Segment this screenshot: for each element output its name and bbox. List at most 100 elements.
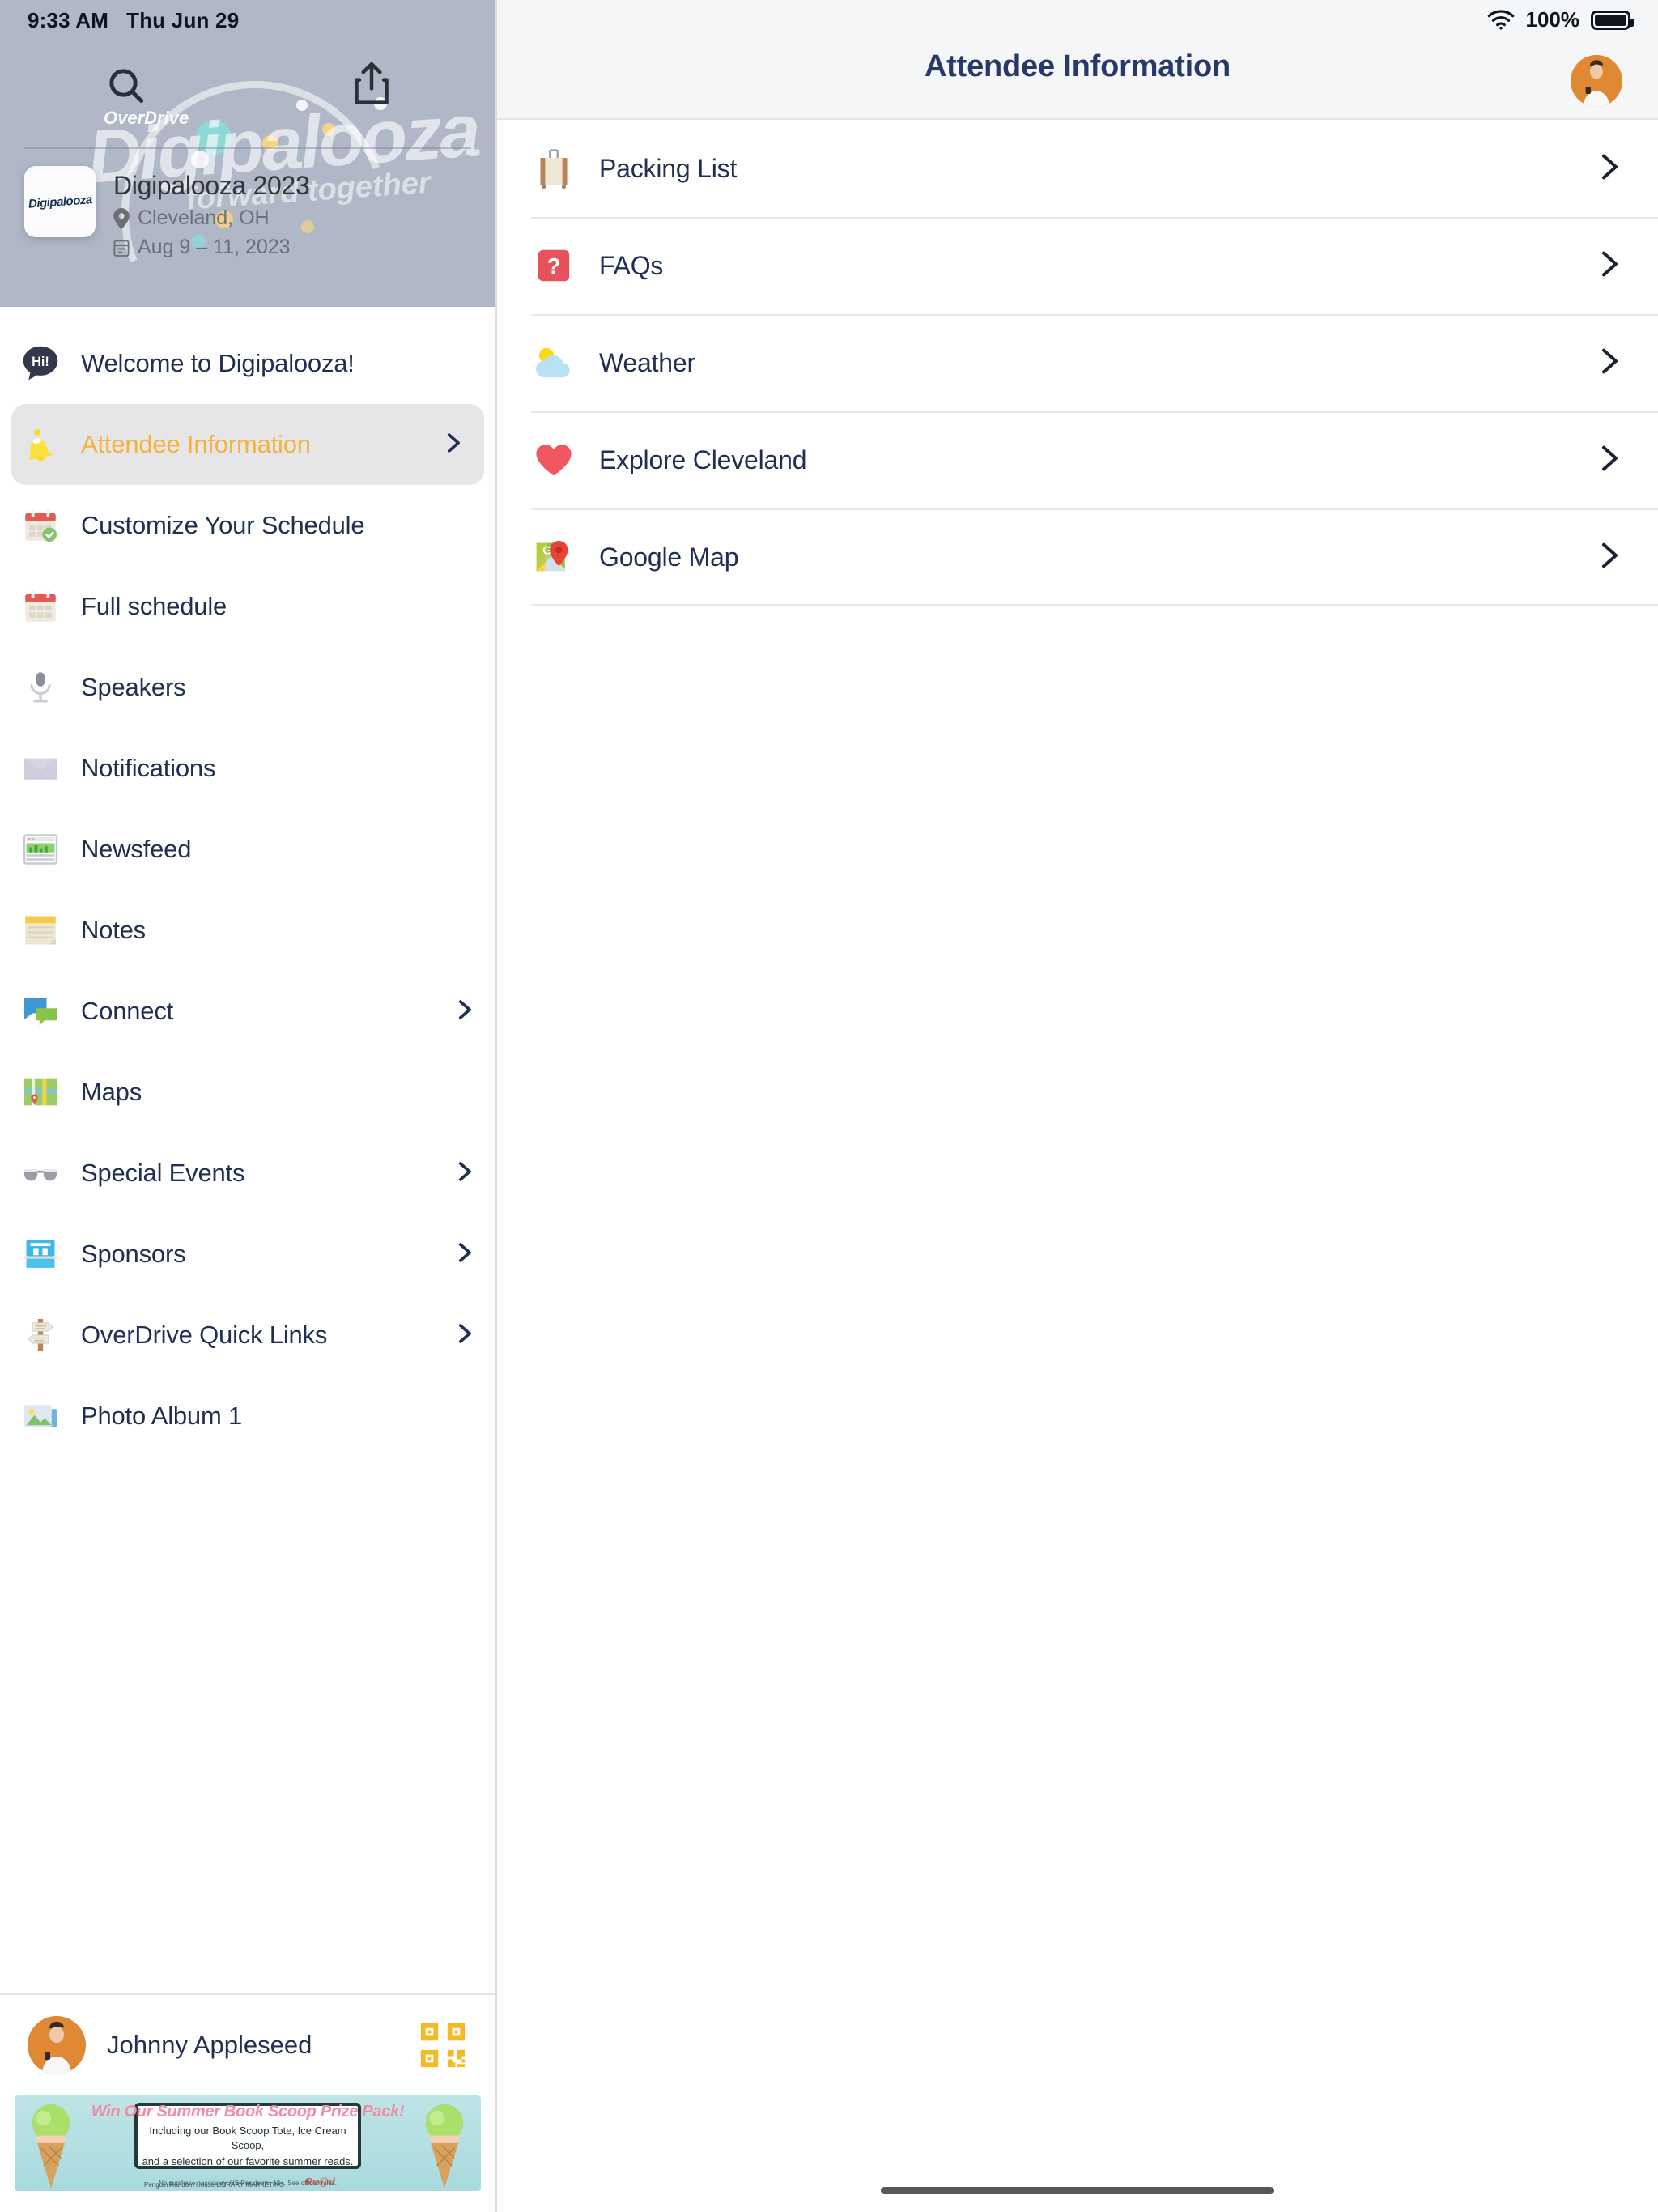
sidebar-item-label: Speakers bbox=[81, 673, 186, 701]
main-panel: Attendee Information Packing List ? FAQs… bbox=[497, 0, 1658, 2212]
list-item-label: Google Map bbox=[599, 542, 739, 572]
sidebar-item-label: Customize Your Schedule bbox=[81, 511, 365, 539]
bell-icon bbox=[18, 422, 63, 467]
svg-text:Hi!: Hi! bbox=[32, 355, 49, 369]
heart-icon bbox=[531, 437, 576, 483]
sidebar-item-label: Newsfeed bbox=[81, 835, 192, 863]
event-hero: Digipalooza forward together OverDrive D… bbox=[0, 0, 495, 307]
question-mark-icon: ? bbox=[531, 243, 576, 288]
photo-icon bbox=[18, 1393, 63, 1439]
map-pin-icon bbox=[113, 207, 130, 229]
ad-card: Win Our Summer Book Scoop Prize Pack! In… bbox=[91, 2103, 405, 2169]
ad-banner-container: Win Our Summer Book Scoop Prize Pack! In… bbox=[0, 2095, 495, 2212]
chevron-right-icon bbox=[450, 996, 478, 1027]
speech-bubble-hi-icon: Hi! bbox=[18, 341, 63, 386]
avatar[interactable] bbox=[1571, 55, 1622, 107]
sidebar-item-newsfeed[interactable]: Newsfeed bbox=[0, 809, 495, 890]
home-indicator[interactable] bbox=[881, 2187, 1274, 2194]
hero-divider bbox=[24, 147, 471, 149]
sidebar-item-speakers[interactable]: Speakers bbox=[0, 647, 495, 728]
chevron-right-icon bbox=[1592, 539, 1624, 576]
list-item-faqs[interactable]: ? FAQs bbox=[497, 217, 1658, 314]
ad-headline: Win Our Summer Book Scoop Prize Pack! bbox=[91, 2103, 405, 2121]
page-title: Attendee Information bbox=[924, 49, 1231, 83]
map-icon bbox=[18, 1070, 63, 1115]
event-location: Cleveland, OH bbox=[138, 206, 270, 229]
sidebar-item-photo-album-1[interactable]: Photo Album 1 bbox=[0, 1376, 495, 1457]
sidebar-item-label: Notes bbox=[81, 916, 146, 944]
event-title: Digipalooza 2023 bbox=[113, 171, 310, 200]
list-item-explore-cleveland[interactable]: Explore Cleveland bbox=[497, 411, 1658, 508]
attendee-info-list: Packing List ? FAQs Weather Explore Clev… bbox=[497, 120, 1658, 606]
envelope-icon bbox=[18, 746, 63, 791]
sidebar-item-notes[interactable]: Notes bbox=[0, 890, 495, 971]
list-item-weather[interactable]: Weather bbox=[497, 314, 1658, 411]
suitcase-icon bbox=[531, 146, 576, 191]
list-item-label: Packing List bbox=[599, 153, 738, 183]
chevron-right-icon bbox=[1592, 442, 1624, 479]
chevron-right-icon bbox=[450, 1320, 478, 1351]
sidebar-item-welcome[interactable]: Hi! Welcome to Digipalooza! bbox=[0, 323, 495, 404]
chevron-right-icon bbox=[1592, 345, 1624, 381]
event-summary: Digipalooza Digipalooza 2023 Cleveland, … bbox=[24, 166, 310, 259]
sidebar-nav: Hi! Welcome to Digipalooza! Attendee Inf… bbox=[0, 307, 495, 1457]
sidebar: Digipalooza forward together OverDrive D… bbox=[0, 0, 497, 2212]
sidebar-item-notifications[interactable]: Notifications bbox=[0, 728, 495, 809]
svg-text:?: ? bbox=[547, 253, 561, 279]
sidebar-item-sponsors[interactable]: Sponsors bbox=[0, 1214, 495, 1295]
qr-code-icon[interactable] bbox=[418, 2020, 468, 2070]
calendar-check-icon bbox=[18, 503, 63, 548]
microphone-icon bbox=[18, 665, 63, 710]
sidebar-item-label: Special Events bbox=[81, 1159, 245, 1187]
event-dates: Aug 9 – 11, 2023 bbox=[138, 236, 291, 258]
sidebar-item-label: Full schedule bbox=[81, 592, 227, 620]
sidebar-item-attendee-information[interactable]: Attendee Information bbox=[11, 404, 484, 485]
ice-cream-cone-icon bbox=[425, 2104, 464, 2189]
app-screen: Digipalooza forward together OverDrive D… bbox=[0, 0, 1658, 2212]
share-icon[interactable] bbox=[351, 61, 392, 110]
overdrive-wordmark: OverDrive bbox=[104, 108, 189, 128]
sidebar-item-label: Connect bbox=[81, 997, 174, 1025]
chevron-right-icon bbox=[450, 1158, 478, 1189]
sunglasses-icon bbox=[18, 1151, 63, 1196]
sidebar-item-connect[interactable]: Connect bbox=[0, 971, 495, 1052]
ad-subline-1: Including our Book Scoop Tote, Ice Cream… bbox=[149, 2125, 346, 2151]
sidebar-item-label: Sponsors bbox=[81, 1240, 186, 1268]
event-dates-row: Aug 9 – 11, 2023 bbox=[113, 236, 310, 259]
ice-cream-cone-icon bbox=[32, 2104, 70, 2189]
chevron-right-icon bbox=[1592, 248, 1624, 284]
list-item-label: FAQs bbox=[599, 250, 664, 280]
avatar bbox=[28, 2016, 86, 2074]
chat-bubbles-icon bbox=[18, 989, 63, 1034]
sidebar-item-label: Photo Album 1 bbox=[81, 1402, 243, 1430]
notepad-icon bbox=[18, 908, 63, 953]
sidebar-item-full-schedule[interactable]: Full schedule bbox=[0, 566, 495, 647]
sidebar-item-label: Welcome to Digipalooza! bbox=[81, 349, 355, 377]
hero-artwork: Digipalooza forward together bbox=[0, 0, 495, 307]
google-maps-pin-icon: G bbox=[531, 534, 576, 580]
sidebar-item-maps[interactable]: Maps bbox=[0, 1052, 495, 1133]
ad-subline-2: and a selection of our favorite summer r… bbox=[142, 2155, 354, 2168]
sidebar-item-label: Maps bbox=[81, 1078, 142, 1106]
list-item-label: Explore Cleveland bbox=[599, 445, 807, 474]
signpost-icon bbox=[18, 1312, 63, 1358]
chevron-right-icon bbox=[450, 1239, 478, 1270]
calendar-icon bbox=[18, 584, 63, 629]
current-user-name: Johnny Appleseed bbox=[107, 2031, 312, 2059]
sun-cloud-icon bbox=[531, 340, 576, 385]
sidebar-item-label: Notifications bbox=[81, 754, 216, 782]
newspaper-icon bbox=[18, 827, 63, 872]
sidebar-item-label: OverDrive Quick Links bbox=[81, 1321, 328, 1349]
sidebar-item-special-events[interactable]: Special Events bbox=[0, 1133, 495, 1214]
sidebar-item-customize-your-schedule[interactable]: Customize Your Schedule bbox=[0, 485, 495, 566]
search-icon[interactable] bbox=[104, 63, 149, 113]
sidebar-item-overdrive-quick-links[interactable]: OverDrive Quick Links bbox=[0, 1295, 495, 1376]
chevron-right-icon bbox=[439, 429, 466, 461]
list-item-packing-list[interactable]: Packing List bbox=[497, 120, 1658, 217]
event-logo: Digipalooza bbox=[24, 166, 96, 237]
current-user-row[interactable]: Johnny Appleseed bbox=[0, 1995, 495, 2095]
ad-banner[interactable]: Win Our Summer Book Scoop Prize Pack! In… bbox=[15, 2095, 481, 2191]
list-item-google-map[interactable]: G Google Map bbox=[497, 508, 1658, 606]
chevron-right-icon bbox=[1592, 151, 1624, 187]
list-item-label: Weather bbox=[599, 347, 695, 377]
